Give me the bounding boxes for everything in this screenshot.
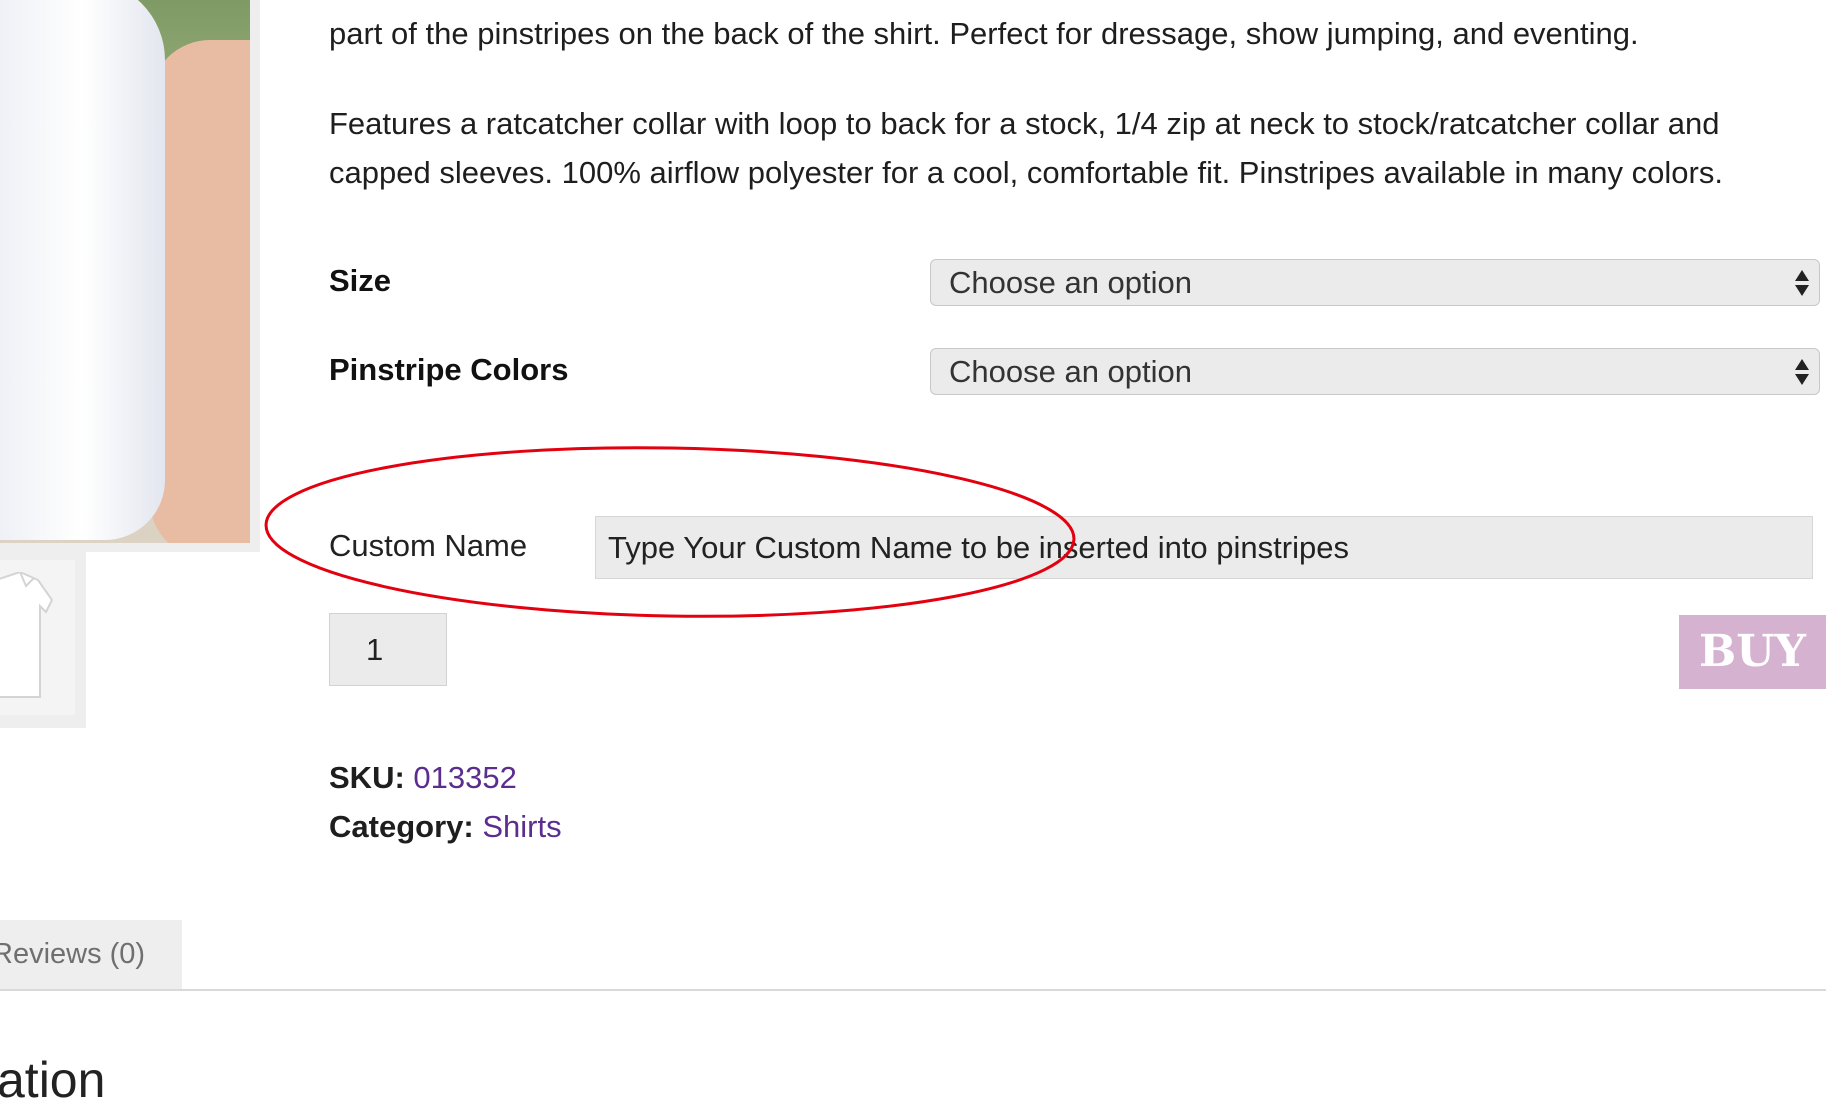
sku-meta: SKU: 013352 <box>329 760 517 796</box>
section-heading: ation <box>0 1052 106 1108</box>
custom-name-input[interactable]: Type Your Custom Name to be inserted int… <box>595 516 1813 579</box>
size-select[interactable]: Choose an option <box>930 259 1820 306</box>
category-meta: Category: Shirts <box>329 809 562 845</box>
sku-label: SKU: <box>329 760 405 795</box>
product-thumbnail[interactable] <box>0 560 75 715</box>
size-select-value: Choose an option <box>949 265 1193 300</box>
select-arrows-icon <box>1795 266 1809 300</box>
quantity-input[interactable]: 1 <box>329 613 447 686</box>
tabs-divider <box>0 989 1826 991</box>
custom-name-placeholder: Type Your Custom Name to be inserted int… <box>608 530 1349 565</box>
custom-name-label: Custom Name <box>329 528 528 563</box>
sku-value: 013352 <box>413 760 517 795</box>
pinstripe-colors-select-value: Choose an option <box>949 354 1193 389</box>
tab-reviews[interactable]: Reviews (0) <box>0 920 182 989</box>
product-main-image[interactable] <box>0 0 250 543</box>
select-arrows-icon <box>1795 355 1809 389</box>
product-main-image-frame <box>0 0 260 552</box>
product-description-text: part of the pinstripes on the back of th… <box>329 16 1639 51</box>
product-thumbnail-frame <box>0 552 86 728</box>
buy-button[interactable]: BUY <box>1679 615 1826 689</box>
shirt-thumbnail-icon <box>0 572 54 698</box>
pinstripe-colors-label: Pinstripe Colors <box>329 352 569 387</box>
product-features-text: Features a ratcatcher collar with loop t… <box>329 106 1723 190</box>
category-label: Category: <box>329 809 474 844</box>
category-link[interactable]: Shirts <box>482 809 561 844</box>
size-label: Size <box>329 263 392 298</box>
pinstripe-colors-select[interactable]: Choose an option <box>930 348 1820 395</box>
